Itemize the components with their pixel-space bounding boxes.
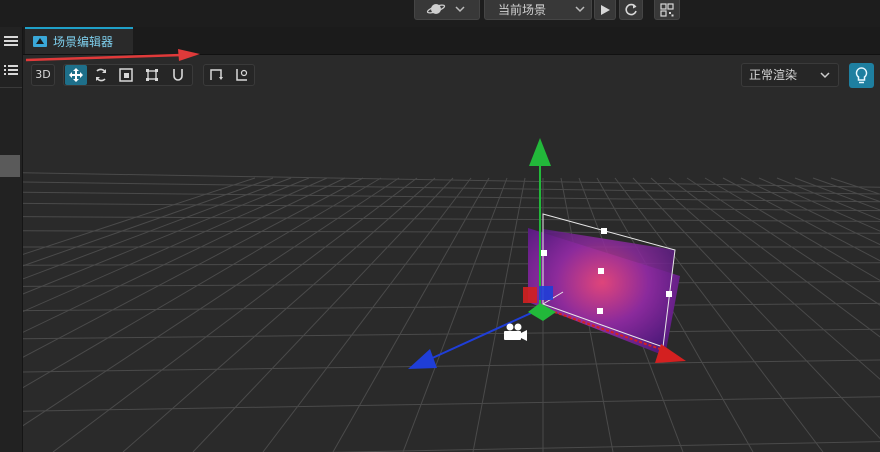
grid-line bbox=[23, 191, 880, 203]
qr-code-icon bbox=[660, 2, 674, 17]
grid-line bbox=[776, 177, 880, 221]
grid-line bbox=[740, 177, 880, 246]
magnet-icon[interactable] bbox=[167, 65, 189, 85]
render-mode-select[interactable]: 正常渲染 bbox=[741, 63, 839, 87]
grid-line bbox=[323, 441, 880, 452]
grid-line bbox=[192, 177, 454, 452]
divider bbox=[0, 87, 22, 88]
refresh-button[interactable] bbox=[619, 0, 643, 20]
floor-grid bbox=[23, 172, 880, 452]
scene-select[interactable]: 当前场景 bbox=[484, 0, 592, 20]
grid-line bbox=[23, 281, 880, 287]
grid-line bbox=[23, 230, 880, 234]
grid-line bbox=[23, 328, 880, 340]
world-select[interactable] bbox=[414, 0, 480, 20]
rect-tool-icon[interactable] bbox=[141, 65, 163, 85]
play-button[interactable] bbox=[594, 0, 616, 20]
scene-select-label: 当前场景 bbox=[498, 3, 547, 17]
grid-line bbox=[23, 177, 400, 427]
qr-code-button[interactable] bbox=[654, 0, 680, 20]
refresh-icon bbox=[624, 3, 637, 16]
grid-line bbox=[830, 177, 880, 195]
pivot-icon[interactable] bbox=[205, 65, 227, 85]
scene-viewport[interactable] bbox=[23, 92, 880, 452]
move-tool-icon[interactable] bbox=[65, 65, 87, 85]
z-axis-arrow[interactable] bbox=[408, 349, 437, 369]
grid-line bbox=[23, 177, 346, 333]
rotate-tool-icon[interactable] bbox=[90, 65, 112, 85]
grid-line bbox=[52, 177, 418, 452]
grid-line bbox=[758, 177, 880, 232]
grid-line bbox=[650, 177, 880, 380]
rect-handle[interactable] bbox=[541, 250, 547, 256]
yz-plane-handle[interactable] bbox=[539, 286, 553, 300]
chevron-down-icon bbox=[575, 6, 585, 13]
rect-handle[interactable] bbox=[666, 291, 672, 297]
y-axis-arrow[interactable] bbox=[529, 138, 551, 166]
grid-line bbox=[23, 359, 880, 373]
camera-icon[interactable] bbox=[504, 323, 527, 342]
grid-line bbox=[722, 177, 880, 262]
list-icon[interactable] bbox=[2, 63, 20, 81]
grid-line bbox=[23, 177, 382, 389]
scene-editor-icon bbox=[33, 36, 47, 47]
chevron-down-icon bbox=[455, 6, 465, 13]
grid-line bbox=[23, 396, 880, 412]
top-bar: 当前场景 bbox=[0, 0, 880, 27]
rect-handle[interactable] bbox=[601, 228, 607, 234]
planet-icon bbox=[426, 4, 446, 14]
local-global-icon[interactable] bbox=[231, 65, 253, 85]
rect-handle[interactable] bbox=[598, 268, 604, 274]
light-toggle-button[interactable] bbox=[849, 63, 874, 88]
grid-line bbox=[262, 177, 472, 452]
grid-line bbox=[23, 181, 880, 195]
grid-line bbox=[23, 177, 364, 358]
chevron-down-icon bbox=[820, 72, 830, 79]
rect-handle[interactable] bbox=[597, 308, 603, 314]
grid-line bbox=[23, 262, 880, 266]
grid-line bbox=[122, 177, 436, 452]
scrollbar-thumb[interactable] bbox=[0, 155, 20, 177]
annotation-arrow bbox=[25, 49, 200, 62]
scale-tool-icon[interactable] bbox=[115, 65, 137, 85]
mode-3d-label: 3D bbox=[35, 68, 51, 81]
xy-plane-handle[interactable] bbox=[523, 287, 537, 303]
grid-line bbox=[812, 177, 880, 203]
light-bulb-icon bbox=[855, 67, 868, 84]
left-panel-strip bbox=[0, 27, 23, 452]
play-icon bbox=[601, 4, 610, 15]
render-mode-label: 正常渲染 bbox=[749, 68, 798, 82]
grid-line bbox=[23, 302, 880, 312]
hamburger-menu-icon[interactable] bbox=[2, 34, 20, 52]
